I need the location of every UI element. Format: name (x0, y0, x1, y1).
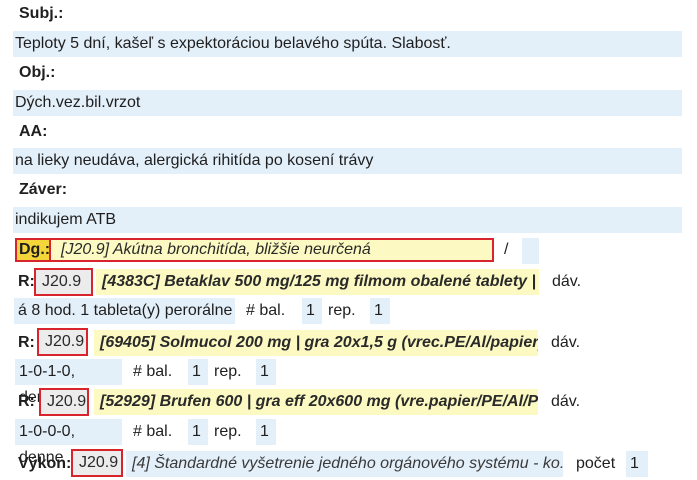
zaver-field[interactable]: indikujem ATB (13, 207, 682, 233)
secondary-diagnosis-field[interactable] (522, 238, 539, 264)
dosage-label: dáv. (551, 393, 581, 410)
vykon-diagnosis-code[interactable]: J20.9 (71, 449, 123, 477)
prescription-diagnosis-code[interactable]: J20.9 (34, 268, 93, 296)
pocet-field[interactable]: 1 (626, 451, 648, 477)
dosage-label: dáv. (552, 273, 582, 290)
vykon-label: Výkon: (18, 455, 72, 472)
rep-label: rep. (214, 423, 242, 440)
zaver-label: Záver: (19, 181, 68, 198)
prescription-drug-field[interactable]: [52929] Brufen 600 | gra eff 20x600 mg (… (94, 389, 538, 415)
vykon-procedure-field[interactable]: [4] Štandardné vyšetrenie jedného orgáno… (126, 451, 563, 477)
prescription-diagnosis-code[interactable]: J20.9 (37, 328, 88, 356)
subj-field[interactable]: Teploty 5 dní, kašeľ s expektoráciou bel… (13, 31, 682, 57)
dosage-label: dáv. (551, 334, 581, 351)
pocet-label: počet (576, 455, 616, 472)
bal-field[interactable]: 1 (302, 298, 322, 324)
dosage-field[interactable]: á 8 hod. 1 tableta(y) perorálne (14, 298, 235, 324)
dosage-field[interactable]: 1-0-0-0, denne (15, 419, 122, 466)
bal-field[interactable]: 1 (188, 419, 208, 445)
subj-label: Subj.: (19, 5, 64, 22)
prescription-label: R: (18, 334, 35, 351)
rep-field[interactable]: 1 (370, 298, 390, 324)
rep-field[interactable]: 1 (256, 359, 276, 385)
bal-label: # bal. (246, 302, 286, 319)
prescription-diagnosis-code[interactable]: J20.9 (39, 388, 89, 416)
diagnosis-label: Dg.: (15, 238, 51, 262)
rep-label: rep. (214, 363, 242, 380)
prescription-label: R: (18, 393, 35, 410)
diagnosis-field[interactable]: [J20.9] Akútna bronchitída, bližšie neur… (51, 238, 494, 262)
aa-field[interactable]: na lieky neudáva, alergická rihitída po … (13, 148, 682, 174)
dosage-field[interactable]: 1-0-1-0, denne (15, 359, 122, 406)
prescription-drug-field[interactable]: [4383C] Betaklav 500 mg/125 mg filmom ob… (96, 269, 539, 295)
prescription-label: R: (18, 273, 35, 290)
rep-label: rep. (328, 302, 356, 319)
bal-label: # bal. (133, 423, 173, 440)
diagnosis-separator: / (504, 241, 509, 258)
obj-field[interactable]: Dých.vez.bil.vrzot (13, 90, 682, 116)
bal-field[interactable]: 1 (188, 359, 208, 385)
obj-label: Obj.: (19, 64, 56, 81)
bal-label: # bal. (133, 363, 173, 380)
aa-label: AA: (19, 123, 48, 140)
prescription-drug-field[interactable]: [69405] Solmucol 200 mg | gra 20x1,5 g (… (94, 330, 538, 356)
rep-field[interactable]: 1 (256, 419, 276, 445)
